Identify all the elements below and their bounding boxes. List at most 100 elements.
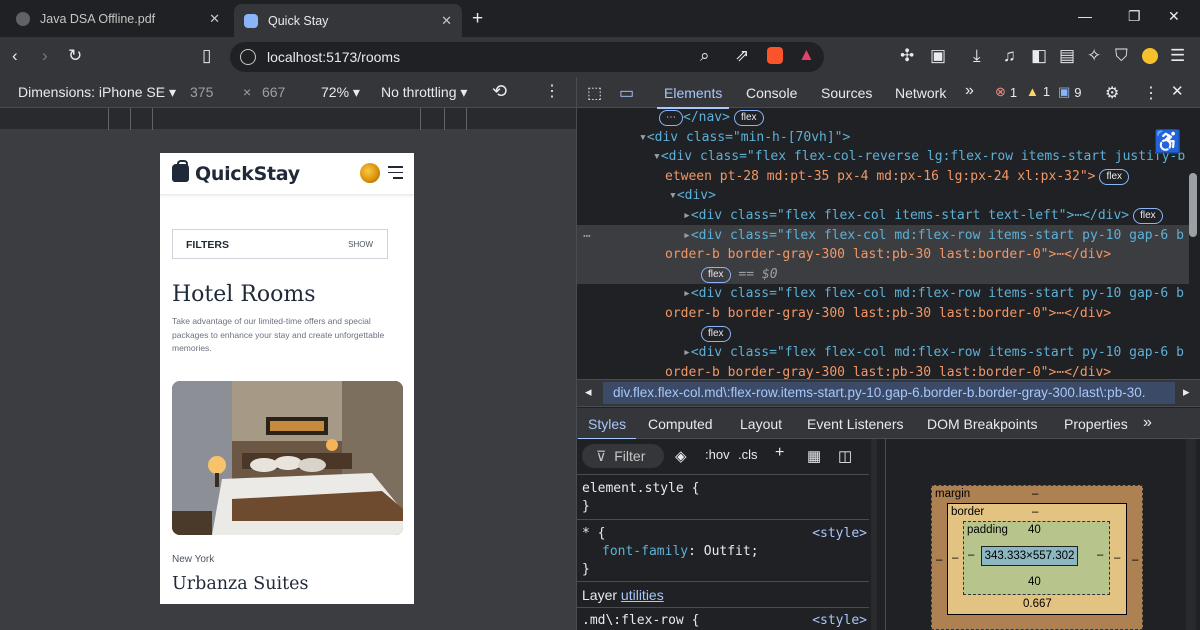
hamburger-menu-icon[interactable] <box>388 166 403 183</box>
dom-node[interactable]: flex <box>697 324 731 344</box>
box-model-scrollbar[interactable] <box>1186 439 1196 630</box>
new-tab-button[interactable]: + <box>472 8 483 30</box>
media-icon[interactable]: ♫ <box>1003 46 1016 66</box>
filters-show-toggle[interactable]: SHOW <box>348 240 373 249</box>
devtools-menu-icon[interactable]: ⋮ <box>1143 83 1159 103</box>
menu-icon[interactable]: ☰ <box>1170 46 1185 66</box>
computed-styles-icon[interactable]: ▦ <box>807 447 821 465</box>
styles-filter-input[interactable]: ⊽ Filter <box>582 444 664 468</box>
cls-button[interactable]: .cls <box>738 447 758 462</box>
error-count[interactable]: ⊗ 1 <box>995 84 1017 100</box>
wallet-icon[interactable]: ▤ <box>1059 46 1075 66</box>
dom-node[interactable]: ▸<div class="flex flex-col md:flex-row i… <box>683 284 1184 304</box>
inspect-element-icon[interactable]: ⬚ <box>587 83 602 103</box>
styles-scrollbar[interactable] <box>871 439 877 630</box>
message-count[interactable]: ▣ 9 <box>1058 84 1082 100</box>
dom-node[interactable]: ▾<div class="min-h-[70vh]"> <box>639 128 850 148</box>
more-options-icon[interactable]: ⋮ <box>544 81 560 101</box>
breadcrumb-left-icon[interactable]: ◂ <box>585 384 592 400</box>
restore-button[interactable]: ❐ <box>1128 8 1141 25</box>
forward-icon[interactable]: › <box>42 46 48 66</box>
rotate-icon[interactable]: ⟲ <box>492 81 507 102</box>
tab-event-listeners[interactable]: Event Listeners <box>807 416 904 432</box>
tab-styles[interactable]: Styles <box>577 416 637 440</box>
md-flex-row-rule[interactable]: .md\:flex-row { <box>582 613 699 628</box>
dom-node[interactable]: order-b border-gray-300 last:pb-30 last:… <box>665 363 1111 379</box>
dom-node[interactable]: ▸<div class="flex flex-col items-start t… <box>683 206 1163 226</box>
dom-node[interactable]: order-b border-gray-300 last:pb-30 last:… <box>665 245 1111 265</box>
leo-ai-icon[interactable]: ✧ <box>1087 46 1101 66</box>
throttling-select[interactable]: No throttling ▾ <box>381 84 467 101</box>
dom-node[interactable]: ▾<div> <box>669 186 716 206</box>
dom-node[interactable]: ▾<div class="flex flex-col-reverse lg:fl… <box>653 147 1185 167</box>
tab-computed[interactable]: Computed <box>648 416 713 432</box>
extensions-icon[interactable]: ✣ <box>900 46 914 66</box>
universal-selector-rule[interactable]: * { <box>582 526 605 541</box>
zoom-select[interactable]: 72% ▾ <box>321 84 360 101</box>
dom-scrollbar[interactable] <box>1189 173 1197 237</box>
device-height-input[interactable]: 667 <box>262 84 285 100</box>
accessibility-icon[interactable]: ♿ <box>1154 129 1181 155</box>
tab-dom-breakpoints[interactable]: DOM Breakpoints <box>927 416 1037 432</box>
address-bar[interactable]: localhost:5173/rooms ⌕ ⇗ ▲ <box>230 42 824 72</box>
toggle-sidebar-icon[interactable]: ◫ <box>838 447 852 465</box>
style-source-link[interactable]: <style> <box>812 526 867 541</box>
browser-tab[interactable]: Java DSA Offline.pdf ✕ <box>6 5 230 33</box>
dom-node[interactable]: ⋯ </nav> flex <box>655 108 764 128</box>
breadcrumb-right-icon[interactable]: ▸ <box>1183 384 1190 400</box>
font-family-declaration[interactable]: font-family: Outfit; <box>602 544 759 559</box>
minimize-button[interactable]: — <box>1078 8 1092 24</box>
box-model-padding[interactable]: padding 40 – – 40 343.333×557.302 <box>963 521 1110 595</box>
site-info-icon[interactable] <box>240 49 256 65</box>
device-width-input[interactable]: 375 <box>190 84 213 100</box>
box-model-border[interactable]: border – – – 0.667 padding 40 – – 40 343… <box>947 503 1127 615</box>
site-logo[interactable]: QuickStay <box>195 163 300 185</box>
close-window-button[interactable]: ✕ <box>1168 8 1180 25</box>
dom-node[interactable]: order-b border-gray-300 last:pb-30 last:… <box>665 304 1111 324</box>
zoom-icon[interactable]: ⌕ <box>700 46 710 66</box>
vpn-icon[interactable]: ⛉ <box>1115 46 1128 66</box>
url-text[interactable]: localhost:5173/rooms <box>267 49 400 65</box>
new-rule-icon[interactable]: + <box>775 444 784 462</box>
tab-elements[interactable]: Elements <box>656 85 730 109</box>
screenshot-icon[interactable]: ▣ <box>930 46 946 66</box>
dom-node-selected[interactable]: ▸<div class="flex flex-col md:flex-row i… <box>683 226 1184 246</box>
close-tab-icon[interactable]: ✕ <box>209 11 220 27</box>
profile-avatar[interactable] <box>1142 48 1158 64</box>
settings-gear-icon[interactable]: ⚙ <box>1105 83 1119 103</box>
dom-node[interactable]: flex == $0 <box>697 265 778 285</box>
hov-button[interactable]: :hov <box>705 447 730 462</box>
breadcrumb-current[interactable]: div.flex.flex-col.md\:flex-row.items-sta… <box>603 382 1175 404</box>
dom-tree[interactable]: ⋯ ⋯ </nav> flex ▾<div class="min-h-[70vh]"… <box>577 108 1189 379</box>
brave-shields-icon[interactable] <box>767 47 783 64</box>
brave-rewards-icon[interactable]: ▲ <box>798 45 815 65</box>
device-select[interactable]: Dimensions: iPhone SE ▾ <box>18 84 176 101</box>
dom-node[interactable]: etween pt-28 md:pt-35 px-4 md:px-16 lg:p… <box>665 167 1130 187</box>
room-image[interactable] <box>172 381 403 535</box>
user-avatar[interactable] <box>360 163 380 183</box>
layer-utilities-link[interactable]: utilities <box>621 587 664 603</box>
bookmark-icon[interactable]: ▯ <box>202 46 211 66</box>
media-query-ruler[interactable] <box>0 108 576 130</box>
tab-console[interactable]: Console <box>746 85 797 101</box>
tab-properties[interactable]: Properties <box>1064 416 1128 432</box>
box-model-content[interactable]: 343.333×557.302 <box>981 546 1078 566</box>
filters-panel[interactable]: FILTERS SHOW <box>172 229 388 259</box>
reload-icon[interactable]: ↻ <box>68 46 82 66</box>
browser-tab-active[interactable]: Quick Stay ✕ <box>234 4 462 37</box>
close-tab-icon[interactable]: ✕ <box>441 13 452 29</box>
tab-network[interactable]: Network <box>895 85 946 101</box>
box-model-margin[interactable]: margin – – – border – – – 0.667 padding … <box>931 485 1143 630</box>
tab-layout[interactable]: Layout <box>740 416 782 432</box>
back-icon[interactable]: ‹ <box>12 46 18 66</box>
style-source-link[interactable]: <style> <box>812 613 867 628</box>
warning-count[interactable]: ▲ 1 <box>1026 84 1050 99</box>
node-actions-icon[interactable]: ⋯ <box>583 227 591 247</box>
more-sub-tabs-icon[interactable]: » <box>1143 414 1152 432</box>
close-devtools-icon[interactable]: ✕ <box>1171 82 1184 100</box>
layers-icon[interactable]: ◈ <box>675 447 687 465</box>
sidebar-icon[interactable]: ◧ <box>1031 46 1047 66</box>
room-name[interactable]: Urbanza Suites <box>172 574 308 594</box>
share-icon[interactable]: ⇗ <box>735 46 749 66</box>
tab-sources[interactable]: Sources <box>821 85 872 101</box>
